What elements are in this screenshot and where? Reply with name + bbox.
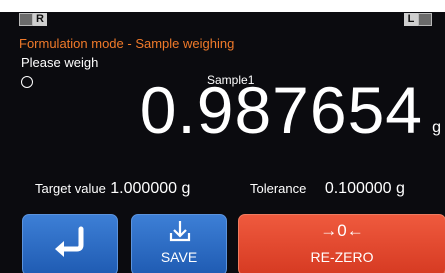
tolerance-field: Tolerance 0.100000 g — [250, 180, 405, 198]
save-label: SAVE — [160, 249, 198, 265]
target-value: 1.000000 g — [110, 180, 191, 197]
range-indicator-right: L — [404, 13, 432, 26]
mode-title: Formulation mode - Sample weighing — [19, 36, 235, 51]
weight-unit: g — [432, 119, 441, 136]
target-value-label: Target value — [35, 181, 106, 196]
status-circle-icon — [21, 76, 33, 88]
back-button[interactable] — [22, 214, 118, 273]
stability-square-icon-right — [418, 13, 432, 26]
rezero-button[interactable]: →0← RE-ZERO — [238, 214, 445, 273]
weigh-prompt: Please weigh — [21, 55, 99, 70]
balance-screen: R L Formulation mode - Sample weighing P… — [0, 0, 445, 273]
tolerance-value: 0.100000 g — [324, 180, 405, 197]
rezero-label: RE-ZERO — [310, 249, 374, 265]
return-arrow-icon — [55, 226, 84, 257]
range-letter-right: L — [404, 13, 418, 26]
range-letter-left: R — [33, 13, 47, 26]
tolerance-label: Tolerance — [250, 181, 307, 196]
stability-square-icon — [19, 13, 33, 26]
weight-readout: 0.987654 — [139, 73, 423, 147]
target-value-field: Target value 1.000000 g — [35, 180, 190, 198]
range-indicator-left: R — [19, 13, 47, 26]
save-button[interactable]: SAVE — [131, 214, 227, 273]
top-bar — [0, 0, 445, 12]
rezero-arrows-icon: →0← — [320, 221, 364, 240]
download-tray-icon — [169, 221, 191, 242]
